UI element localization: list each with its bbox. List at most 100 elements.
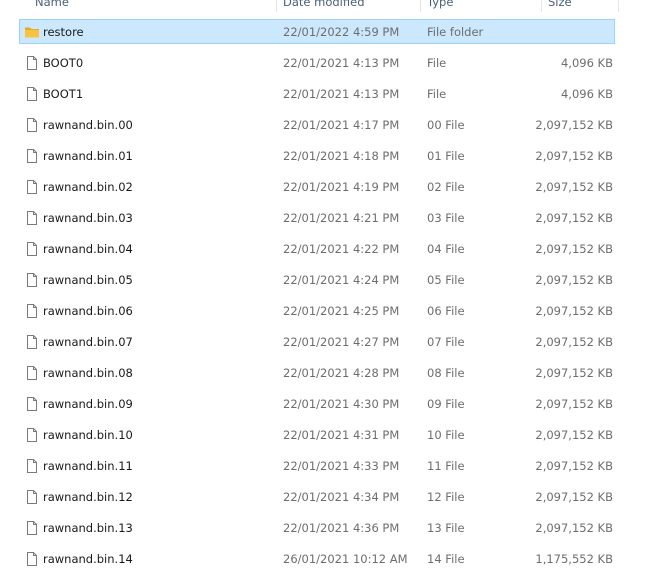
file-type: 06 File	[427, 304, 465, 318]
file-name: rawnand.bin.02	[43, 180, 133, 194]
file-name: rawnand.bin.10	[43, 428, 133, 442]
column-divider[interactable]	[420, 0, 421, 12]
file-date-modified: 22/01/2021 4:13 PM	[283, 56, 400, 70]
file-row[interactable]: rawnand.bin.01 22/01/2021 4:18 PM 01 File 2…	[0, 141, 647, 172]
file-name: rawnand.bin.07	[43, 335, 133, 349]
file-type: 00 File	[427, 118, 465, 132]
file-row[interactable]: rawnand.bin.06 22/01/2021 4:25 PM 06 File 2…	[0, 296, 647, 327]
file-size: 2,097,152 KB	[535, 459, 613, 473]
file-size: 2,097,152 KB	[535, 242, 613, 256]
file-type: File	[427, 87, 447, 101]
file-name: rawnand.bin.01	[43, 149, 133, 163]
folder-row[interactable]: restore 22/01/2022 4:59 PM File folder	[0, 17, 647, 48]
file-type: 05 File	[427, 273, 465, 287]
file-date-modified: 22/01/2021 4:13 PM	[283, 87, 400, 101]
file-icon	[24, 427, 40, 443]
file-type: 03 File	[427, 211, 465, 225]
file-row[interactable]: rawnand.bin.14 26/01/2021 10:12 AM 14 File…	[0, 544, 647, 575]
file-list: restore 22/01/2022 4:59 PM File folder BOOT…	[0, 17, 647, 575]
file-type: 14 File	[427, 552, 465, 566]
file-row[interactable]: rawnand.bin.03 22/01/2021 4:21 PM 03 File 2…	[0, 203, 647, 234]
file-type: 12 File	[427, 490, 465, 504]
column-header-size[interactable]: Size	[548, 0, 572, 12]
file-size: 2,097,152 KB	[535, 397, 613, 411]
file-icon	[24, 520, 40, 536]
file-date-modified: 22/01/2022 4:59 PM	[283, 25, 400, 39]
file-size: 2,097,152 KB	[535, 118, 613, 132]
file-icon	[24, 179, 40, 195]
column-header-type[interactable]: Type	[427, 0, 453, 12]
file-name: rawnand.bin.11	[43, 459, 133, 473]
file-name: rawnand.bin.03	[43, 211, 133, 225]
file-date-modified: 22/01/2021 4:22 PM	[283, 242, 400, 256]
file-name: BOOT0	[43, 56, 84, 70]
file-row[interactable]: rawnand.bin.12 22/01/2021 4:34 PM 12 File 2…	[0, 482, 647, 513]
file-row[interactable]: rawnand.bin.02 22/01/2021 4:19 PM 02 File 2…	[0, 172, 647, 203]
file-type: 04 File	[427, 242, 465, 256]
file-name: rawnand.bin.08	[43, 366, 133, 380]
file-row[interactable]: rawnand.bin.09 22/01/2021 4:30 PM 09 File 2…	[0, 389, 647, 420]
file-date-modified: 22/01/2021 4:24 PM	[283, 273, 400, 287]
column-header-name[interactable]: Name	[35, 0, 69, 12]
file-name: rawnand.bin.06	[43, 304, 133, 318]
file-size: 2,097,152 KB	[535, 428, 613, 442]
file-size: 2,097,152 KB	[535, 273, 613, 287]
file-icon	[24, 55, 40, 71]
file-size: 1,175,552 KB	[535, 552, 613, 566]
file-date-modified: 22/01/2021 4:19 PM	[283, 180, 400, 194]
folder-icon	[24, 24, 40, 40]
column-divider[interactable]	[618, 0, 619, 12]
file-row[interactable]: rawnand.bin.08 22/01/2021 4:28 PM 08 File 2…	[0, 358, 647, 389]
file-date-modified: 22/01/2021 4:18 PM	[283, 149, 400, 163]
file-name: restore	[43, 25, 84, 39]
file-size: 2,097,152 KB	[535, 490, 613, 504]
file-date-modified: 26/01/2021 10:12 AM	[283, 552, 408, 566]
file-icon	[24, 396, 40, 412]
file-type: File	[427, 56, 447, 70]
file-icon	[24, 334, 40, 350]
file-row[interactable]: rawnand.bin.05 22/01/2021 4:24 PM 05 File 2…	[0, 265, 647, 296]
file-row[interactable]: rawnand.bin.11 22/01/2021 4:33 PM 11 File 2…	[0, 451, 647, 482]
file-size: 4,096 KB	[560, 56, 613, 70]
file-date-modified: 22/01/2021 4:27 PM	[283, 335, 400, 349]
file-row[interactable]: rawnand.bin.13 22/01/2021 4:36 PM 13 File 2…	[0, 513, 647, 544]
column-divider[interactable]	[541, 0, 542, 12]
file-row[interactable]: rawnand.bin.10 22/01/2021 4:31 PM 10 File 2…	[0, 420, 647, 451]
file-name: rawnand.bin.14	[43, 552, 133, 566]
file-date-modified: 22/01/2021 4:30 PM	[283, 397, 400, 411]
file-type: File folder	[427, 25, 484, 39]
file-size: 2,097,152 KB	[535, 149, 613, 163]
file-icon	[24, 489, 40, 505]
file-type: 09 File	[427, 397, 465, 411]
file-icon	[24, 365, 40, 381]
file-icon	[24, 117, 40, 133]
file-date-modified: 22/01/2021 4:25 PM	[283, 304, 400, 318]
file-name: rawnand.bin.13	[43, 521, 133, 535]
file-icon	[24, 241, 40, 257]
file-date-modified: 22/01/2021 4:31 PM	[283, 428, 400, 442]
file-row[interactable]: BOOT1 22/01/2021 4:13 PM File 4,096 KB	[0, 79, 647, 110]
file-type: 01 File	[427, 149, 465, 163]
file-row[interactable]: rawnand.bin.00 22/01/2021 4:17 PM 00 File 2…	[0, 110, 647, 141]
file-type: 07 File	[427, 335, 465, 349]
file-size: 2,097,152 KB	[535, 304, 613, 318]
file-size: 2,097,152 KB	[535, 211, 613, 225]
file-name: rawnand.bin.05	[43, 273, 133, 287]
file-icon	[24, 86, 40, 102]
file-row[interactable]: rawnand.bin.07 22/01/2021 4:27 PM 07 File 2…	[0, 327, 647, 358]
file-row[interactable]: rawnand.bin.04 22/01/2021 4:22 PM 04 File 2…	[0, 234, 647, 265]
file-date-modified: 22/01/2021 4:34 PM	[283, 490, 400, 504]
file-size: 2,097,152 KB	[535, 180, 613, 194]
file-name: rawnand.bin.12	[43, 490, 133, 504]
column-header-date[interactable]: Date modified	[283, 0, 365, 12]
column-divider[interactable]	[276, 0, 277, 12]
file-name: rawnand.bin.09	[43, 397, 133, 411]
file-name: rawnand.bin.04	[43, 242, 133, 256]
file-row[interactable]: BOOT0 22/01/2021 4:13 PM File 4,096 KB	[0, 48, 647, 79]
file-date-modified: 22/01/2021 4:17 PM	[283, 118, 400, 132]
file-icon	[24, 272, 40, 288]
file-type: 10 File	[427, 428, 465, 442]
file-type: 13 File	[427, 521, 465, 535]
column-header-bar: Name Date modified Type Size	[0, 0, 647, 12]
file-type: 08 File	[427, 366, 465, 380]
